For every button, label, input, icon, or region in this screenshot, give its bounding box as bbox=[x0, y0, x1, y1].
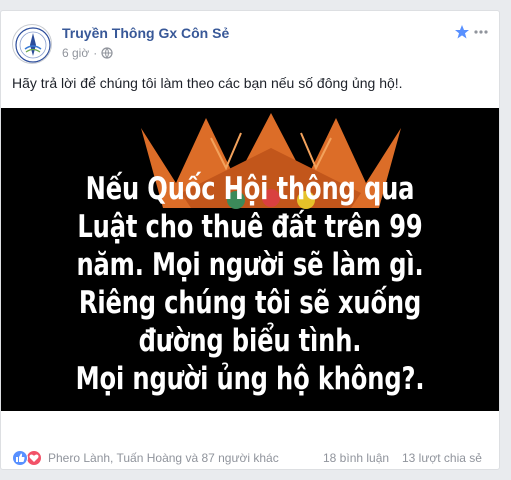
comments-count-link[interactable]: 18 bình luận bbox=[323, 451, 389, 465]
image-text-line: Riêng chúng tôi sẽ xuống bbox=[78, 285, 422, 321]
more-options-icon[interactable] bbox=[472, 24, 490, 40]
image-text-line: Nếu Quốc Hội thông qua bbox=[85, 171, 415, 207]
post-footer: Phero Lành, Tuấn Hoàng và 87 người khác … bbox=[1, 411, 499, 469]
globe-icon[interactable] bbox=[101, 47, 113, 59]
image-text-line: Mọi người ủng hộ không?. bbox=[75, 361, 425, 397]
like-reaction-icon[interactable] bbox=[12, 450, 28, 466]
image-text-line: đường biểu tình. bbox=[138, 323, 362, 359]
image-caption: Nếu Quốc Hội thông qua Luật cho thuê đất… bbox=[56, 170, 444, 398]
post-text: Hãy trả lời để chúng tôi làm theo các bạ… bbox=[12, 75, 403, 91]
image-text-line: năm. Mọi người sẽ làm gì. bbox=[76, 247, 424, 283]
post-image[interactable]: Nếu Quốc Hội thông qua Luật cho thuê đất… bbox=[1, 108, 499, 411]
shares-count-link[interactable]: 13 lượt chia sẻ bbox=[402, 451, 482, 465]
page-name-link[interactable]: Truyền Thông Gx Côn Sẻ bbox=[62, 25, 229, 41]
star-icon[interactable] bbox=[454, 24, 470, 40]
love-reaction-icon[interactable] bbox=[26, 450, 42, 466]
post-meta: 6 giờ · bbox=[62, 45, 113, 61]
page-avatar[interactable] bbox=[12, 24, 52, 64]
meta-separator: · bbox=[93, 45, 98, 60]
reactors-link[interactable]: Phero Lành, Tuấn Hoàng và 87 người khác bbox=[48, 451, 279, 465]
reactions-summary: Phero Lành, Tuấn Hoàng và 87 người khác bbox=[12, 449, 279, 467]
post-timestamp[interactable]: 6 giờ bbox=[62, 46, 89, 60]
post-card: Truyền Thông Gx Côn Sẻ 6 giờ · Hãy trả lờ… bbox=[0, 10, 500, 470]
post-header: Truyền Thông Gx Côn Sẻ 6 giờ · bbox=[12, 22, 492, 66]
parish-logo-icon bbox=[15, 27, 51, 63]
image-text-line: Luật cho thuê đất trên 99 bbox=[77, 209, 423, 245]
